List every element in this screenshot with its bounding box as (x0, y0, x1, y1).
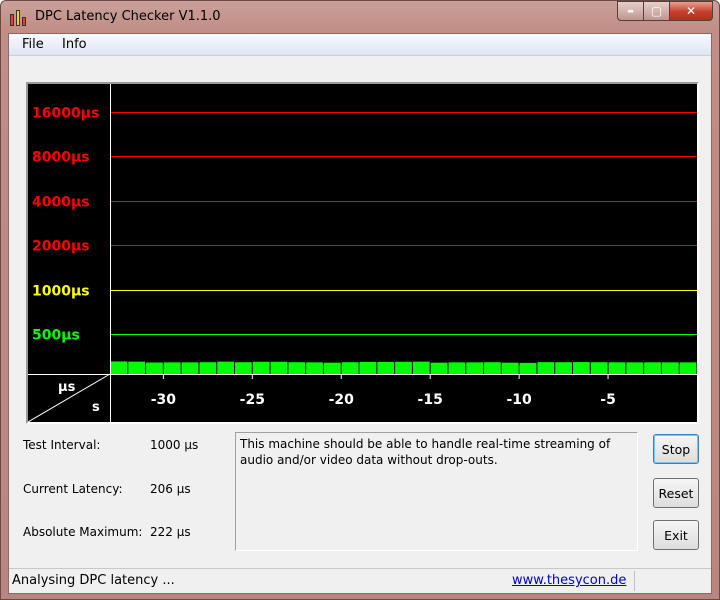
latency-bar (412, 361, 430, 374)
exit-button[interactable]: Exit (653, 520, 699, 550)
latency-bar (484, 362, 501, 374)
close-icon: ✕ (685, 4, 697, 18)
latency-bar (252, 361, 270, 374)
latency-bar (306, 362, 323, 374)
latency-bar (466, 362, 484, 374)
current-latency-label: Current Latency: (23, 482, 123, 496)
current-latency-value: 206 µs (150, 482, 191, 496)
latency-bar (519, 362, 537, 374)
latency-bar (555, 362, 572, 374)
x-tick-label: -25 (240, 392, 265, 408)
latency-bar (395, 361, 412, 374)
latency-chart: 16000µs 8000µs 4000µs 2000µs 1000µs 500µs µs s -… (26, 82, 699, 424)
latency-bar (590, 362, 608, 374)
stop-button[interactable]: Stop (653, 434, 699, 464)
latency-bar (235, 362, 252, 374)
status-text: Analysing DPC latency ... (12, 573, 175, 588)
y-tick-label: 1000µs (32, 284, 90, 300)
x-tick-label: -20 (329, 392, 355, 408)
x-tick-label: -30 (151, 392, 177, 408)
status-message: This machine should be able to handle re… (235, 432, 638, 551)
maximize-icon: ▢ (650, 4, 663, 18)
latency-bar (679, 362, 697, 374)
latency-bar (128, 361, 146, 374)
x-tick-label: -5 (600, 392, 616, 408)
caption-buttons: ▬ ▢ ✕ (617, 1, 713, 21)
close-button[interactable]: ✕ (669, 1, 713, 21)
corner-x-unit: s (92, 400, 100, 415)
latency-bar (626, 362, 644, 374)
test-interval-label: Test Interval: (23, 438, 101, 452)
latency-bar (608, 362, 626, 374)
menu-bar: File Info (9, 34, 711, 56)
latency-bar (430, 362, 448, 374)
x-tick-label: -10 (506, 392, 532, 408)
test-interval-value: 1000 µs (150, 438, 199, 452)
latency-bar (288, 362, 306, 374)
status-divider (634, 571, 635, 591)
latency-bar (341, 362, 359, 374)
absolute-maximum-label: Absolute Maximum: (23, 525, 143, 539)
corner-y-unit: µs (58, 380, 76, 395)
website-link[interactable]: www.thesycon.de (512, 573, 626, 588)
latency-bar (377, 361, 395, 374)
latency-bar (181, 362, 199, 374)
reset-button[interactable]: Reset (653, 478, 699, 508)
y-tick-label: 500µs (32, 328, 80, 344)
y-tick-label: 2000µs (32, 239, 90, 255)
y-tick-label: 4000µs (32, 195, 90, 211)
minimize-icon: ▬ (627, 7, 634, 15)
maximize-button[interactable]: ▢ (643, 1, 669, 21)
app-icon (9, 8, 27, 26)
latency-bar (359, 361, 377, 374)
absolute-maximum-value: 222 µs (150, 525, 191, 539)
latency-chart-svg: 16000µs 8000µs 4000µs 2000µs 1000µs 500µs µs s -… (28, 84, 697, 422)
latency-bar (537, 362, 555, 374)
latency-bar (501, 362, 519, 374)
latency-bar (661, 362, 679, 374)
window-title: DPC Latency Checker V1.1.0 (35, 9, 221, 24)
latency-bar (448, 362, 466, 374)
y-tick-label: 16000µs (32, 106, 99, 122)
latency-bar (323, 362, 341, 374)
minimize-button[interactable]: ▬ (617, 1, 643, 21)
x-tick-label: -15 (418, 392, 443, 408)
title-bar[interactable]: DPC Latency Checker V1.1.0 ▬ ▢ ✕ (1, 1, 719, 33)
status-bar: Analysing DPC latency ... www.thesycon.d… (9, 568, 711, 593)
latency-bar (146, 362, 163, 374)
latency-bar (572, 362, 590, 374)
menu-info[interactable]: Info (62, 37, 87, 52)
latency-bar (110, 361, 128, 374)
latency-bar (270, 361, 288, 374)
latency-bar (644, 362, 661, 374)
menu-file[interactable]: File (22, 37, 44, 52)
client-area: File Info 16000µs 8000µs 4000µs 2000µs 1000µ… (8, 33, 712, 594)
y-tick-label: 8000µs (32, 150, 90, 166)
app-window: DPC Latency Checker V1.1.0 ▬ ▢ ✕ File In… (0, 0, 720, 600)
latency-bar (163, 362, 181, 374)
latency-bar (217, 361, 235, 374)
latency-bar (199, 362, 217, 374)
